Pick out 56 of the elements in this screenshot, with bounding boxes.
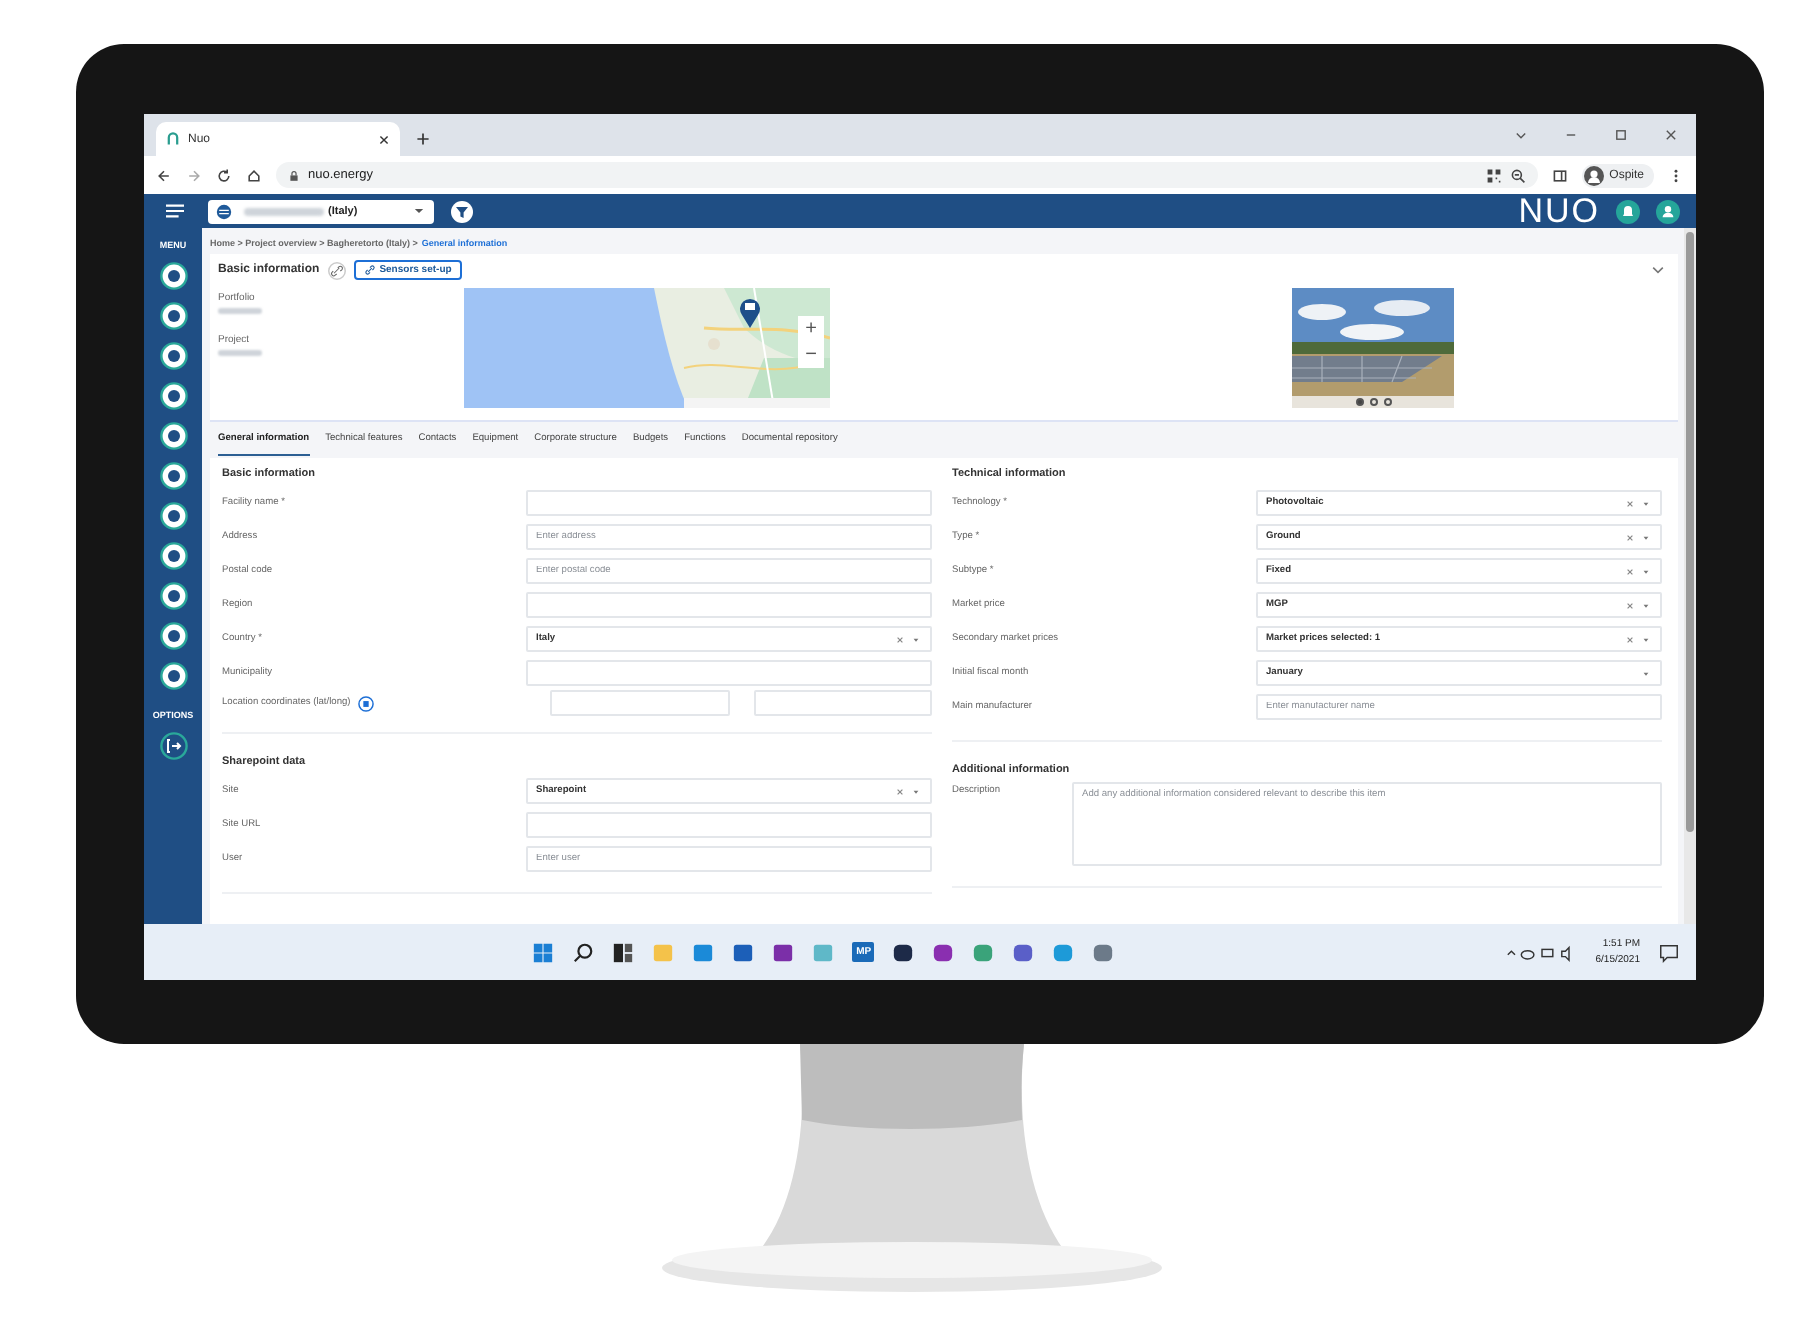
back-icon[interactable] [156, 167, 172, 183]
close-icon[interactable] [378, 133, 390, 145]
user-icon[interactable] [1656, 199, 1680, 223]
notification-icon[interactable] [1658, 941, 1680, 963]
bell-icon[interactable] [1616, 199, 1640, 223]
new-tab-icon[interactable] [416, 132, 430, 146]
link-icon[interactable] [327, 261, 346, 279]
carousel-dot[interactable] [1355, 398, 1363, 406]
logo-icon [166, 132, 180, 146]
avatar-icon [1583, 165, 1604, 185]
caret-icon [910, 785, 922, 797]
latitude-field[interactable] [550, 690, 729, 716]
start-icon[interactable] [532, 941, 555, 963]
text-field[interactable] [526, 490, 932, 516]
search-icon[interactable] [572, 941, 595, 963]
text-field[interactable] [526, 812, 932, 838]
logo: NUO [1518, 194, 1600, 228]
caret-icon [1640, 531, 1652, 543]
caret-icon [412, 204, 426, 218]
map-marker-icon[interactable] [738, 296, 762, 328]
chevron-down-icon[interactable] [1650, 262, 1666, 278]
scrollbar[interactable] [1684, 228, 1696, 924]
carousel-dot[interactable] [1383, 398, 1391, 406]
caret-icon [1640, 599, 1652, 611]
zoom-icon[interactable] [1509, 167, 1526, 183]
caret-icon [1640, 633, 1652, 645]
longitude-field[interactable] [753, 690, 932, 716]
clear-icon[interactable] [894, 785, 906, 797]
carousel-dot[interactable] [1369, 398, 1377, 406]
chevron-down-icon[interactable] [1514, 128, 1528, 142]
clear-icon[interactable] [1624, 633, 1636, 645]
close-icon[interactable] [1664, 128, 1678, 142]
minimize-icon[interactable] [1564, 128, 1578, 142]
scrollbar-thumb[interactable] [1686, 232, 1694, 832]
text-field[interactable] [526, 660, 932, 686]
clear-icon[interactable] [1624, 497, 1636, 509]
clear-icon[interactable] [1624, 565, 1636, 577]
side-panel-icon[interactable] [1551, 167, 1568, 183]
clear-icon[interactable] [894, 633, 906, 645]
caret-icon [1640, 497, 1652, 509]
reload-icon[interactable] [216, 167, 232, 183]
task-view-icon[interactable] [612, 941, 635, 963]
qr-code-icon[interactable] [1485, 167, 1502, 183]
location-icon[interactable] [358, 695, 375, 711]
exit-icon[interactable] [159, 732, 187, 760]
clear-icon[interactable] [1624, 531, 1636, 543]
link-icon [363, 264, 376, 276]
caret-icon [1640, 667, 1652, 679]
filter-icon[interactable] [450, 199, 474, 223]
maximize-icon[interactable] [1614, 128, 1628, 142]
menu-icon[interactable] [164, 202, 186, 220]
text-field[interactable] [526, 592, 932, 618]
lock-icon [288, 169, 300, 181]
caret-icon [910, 633, 922, 645]
caret-icon [1640, 565, 1652, 577]
clear-icon[interactable] [1624, 599, 1636, 611]
